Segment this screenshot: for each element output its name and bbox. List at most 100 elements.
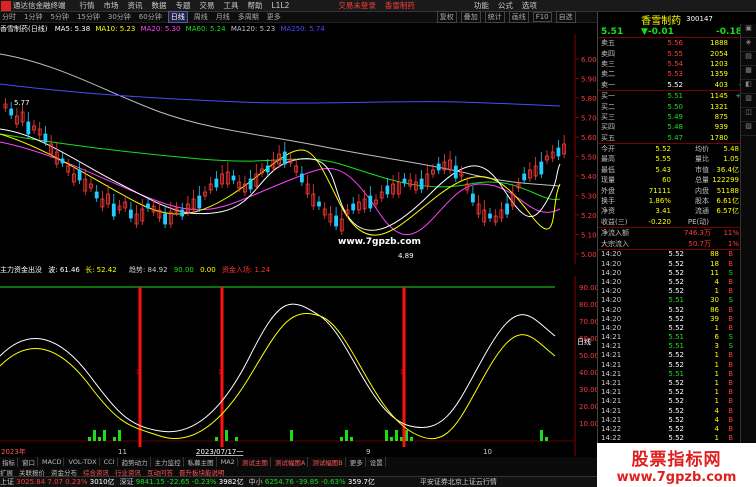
tool-icon-6[interactable]: ▥: [741, 94, 756, 108]
bid-row[interactable]: 买二 5.50 1321: [598, 101, 756, 111]
menu-item-quotes[interactable]: 行情: [80, 0, 95, 11]
menubar: 通达信金融终端 行情 市场 资讯 数据 专题 交易 工具 帮助 L1L2 交易未…: [0, 0, 756, 12]
indicator-tab[interactable]: 设置: [368, 457, 386, 467]
period-tab-60min[interactable]: 60分钟: [137, 12, 164, 22]
indicator-tab[interactable]: 指标: [0, 457, 18, 467]
indicator-tab[interactable]: 测试幅图A: [273, 457, 309, 467]
stats-button[interactable]: 统计: [484, 11, 505, 23]
candle-body: [111, 203, 116, 217]
tool-icon-1[interactable]: ▣: [741, 24, 756, 38]
ind-y-tick: 20.00: [579, 403, 597, 411]
adjust-button[interactable]: 复权: [436, 11, 457, 23]
menu-item-data[interactable]: 数据: [152, 0, 167, 11]
index-quote[interactable]: 上证 3025.84 7.07 0.23% 3010亿: [0, 477, 115, 487]
tick-row: 14:20 5.52 88 B: [598, 250, 756, 259]
draw-button[interactable]: 画线: [508, 11, 529, 23]
kline-chart[interactable]: 6.00 5.90 5.80 5.70 5.60 5.50 5.40 5.30 5.20 5.10…: [0, 34, 597, 264]
tool-icon-2[interactable]: ◈: [741, 38, 756, 52]
period-tab-multi[interactable]: 多周期: [236, 12, 261, 22]
period-tab-1min[interactable]: 1分钟: [22, 12, 44, 22]
menu-options[interactable]: 选项: [522, 0, 537, 11]
period-tab-monthly[interactable]: 月线: [214, 12, 232, 22]
tool-icon-4[interactable]: ▦: [741, 66, 756, 80]
period-tab-15min[interactable]: 15分钟: [75, 12, 102, 22]
period-tab-intraday[interactable]: 分时: [0, 12, 18, 22]
period-tab-more[interactable]: 更多: [265, 12, 283, 22]
menu-item-tools[interactable]: 工具: [224, 0, 239, 11]
candle-body: [128, 209, 133, 219]
ask-row[interactable]: 卖四 5.55 2054: [598, 48, 756, 58]
ask-row[interactable]: 卖三 5.54 1203: [598, 59, 756, 69]
bid-row[interactable]: 买三 5.49 875: [598, 112, 756, 122]
tool-icon-8[interactable]: ▧: [741, 122, 756, 136]
tick-price: 5.52: [668, 360, 684, 369]
indicator-tab[interactable]: 窗口: [20, 457, 38, 467]
extension-tab[interactable]: 行业资讯: [115, 467, 141, 477]
tick-price: 5.52: [668, 424, 684, 433]
period-tab-5min[interactable]: 5分钟: [48, 12, 70, 22]
menu-functions[interactable]: 功能: [474, 0, 489, 11]
ind-y-tick: 30.00: [579, 386, 597, 394]
indicator-tab[interactable]: 更多: [348, 457, 366, 467]
tick-direction: B: [728, 369, 733, 378]
stat-value: 6.57亿: [716, 207, 739, 216]
watchlist-button[interactable]: 自选: [555, 11, 576, 23]
tool-icon-5[interactable]: ◧: [741, 80, 756, 94]
menu-item-trade[interactable]: 交易: [200, 0, 215, 11]
tool-icon-3[interactable]: ▤: [741, 52, 756, 66]
ask-row[interactable]: 卖五 5.56 1888: [598, 38, 756, 48]
login-status[interactable]: 交易未登录: [338, 0, 376, 11]
ask-label: 卖二: [601, 70, 615, 79]
indicator-tab[interactable]: MA2: [219, 458, 238, 466]
tick-volume: 3: [714, 342, 719, 351]
bid-row[interactable]: 买一5.511145+13: [598, 91, 756, 101]
indicator-tab[interactable]: 测试幅图B: [310, 457, 346, 467]
tool-icon-7[interactable]: ◫: [741, 108, 756, 122]
indicator-tab[interactable]: CCI: [102, 458, 118, 466]
inflow-bar: [395, 430, 398, 441]
ask-row[interactable]: 卖二 5.53 1359: [598, 69, 756, 79]
bid-price: 5.51: [667, 92, 683, 101]
extension-tab[interactable]: 互动问答: [147, 467, 173, 477]
stat-label: 市值: [695, 165, 709, 174]
tick-time: 14:20: [601, 314, 622, 323]
tick-row: 14:20 5.52 18 B: [598, 259, 756, 268]
tick-row: 14:21 5.52 1 B: [598, 388, 756, 397]
extension-tab[interactable]: 关联报价: [19, 467, 45, 477]
indicator-tab[interactable]: 私募主图: [186, 457, 217, 467]
indicator-tab[interactable]: 测试主图: [240, 457, 271, 467]
period-tab-weekly[interactable]: 周线: [192, 12, 210, 22]
candle-body: [214, 178, 219, 188]
ind-val-long: 长: 52.42: [85, 266, 117, 274]
menu-item-news[interactable]: 资讯: [128, 0, 143, 11]
f10-button[interactable]: F10: [532, 12, 552, 22]
indicator-tab[interactable]: 主力监控: [153, 457, 184, 467]
candle-body: [453, 165, 458, 179]
overlay-button[interactable]: 叠加: [460, 11, 481, 23]
capital-flows: 净流入额 746.3万 11% 大宗流入 50.7万 1%: [598, 228, 756, 250]
indicator-tab[interactable]: VOL-TDX: [66, 458, 100, 466]
menu-item-topics[interactable]: 专题: [176, 0, 191, 11]
bid-row[interactable]: 买五 5.47 1780: [598, 133, 756, 143]
indicator-tab[interactable]: MACD: [40, 458, 65, 466]
extension-tab[interactable]: 资金分布: [51, 467, 77, 477]
indicator-tab[interactable]: 趋势动力: [120, 457, 151, 467]
menu-item-help[interactable]: 帮助: [248, 0, 263, 11]
bid-row[interactable]: 买四 5.48 939: [598, 122, 756, 132]
site-watermark: 股票指标网 www.7gpzb.com: [597, 443, 756, 487]
period-tab-daily[interactable]: 日线: [167, 11, 188, 23]
ask-row[interactable]: 卖一5.52403-42: [598, 80, 756, 90]
menu-item-market[interactable]: 市场: [104, 0, 119, 11]
buy-signal-label: 买: [218, 368, 224, 376]
stat-value: 5.55: [655, 155, 671, 164]
period-tab-30min[interactable]: 30分钟: [106, 12, 133, 22]
menu-formula[interactable]: 公式: [498, 0, 513, 11]
extension-tab[interactable]: 晋升板块能说明: [179, 467, 225, 477]
extension-tab[interactable]: 扩展: [0, 467, 13, 477]
extension-tab[interactable]: 综合资讯: [83, 467, 109, 477]
indicator-chart[interactable]: 90.0080.0070.0060.0050.0040.0030.0020.00…: [0, 276, 597, 456]
index-quote[interactable]: 中小 6254.76 -39.85 -0.63% 359.7亿: [249, 477, 375, 487]
menu-item-l1l2[interactable]: L1L2: [272, 1, 290, 10]
index-quote[interactable]: 深证 9841.15 -22.65 -0.23% 3982亿: [120, 477, 244, 487]
tick-volume: 1: [714, 434, 719, 443]
